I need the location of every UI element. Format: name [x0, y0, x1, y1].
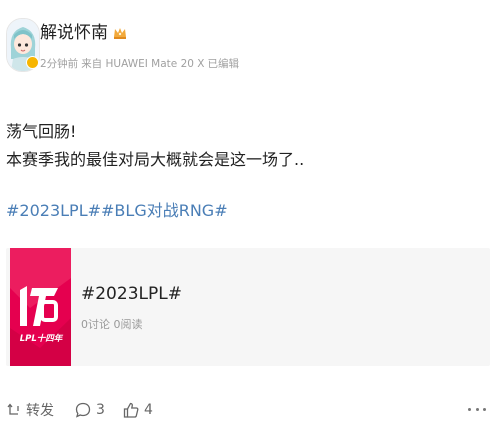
author-name-row: 解说怀南 [40, 23, 128, 43]
post-text-line: 荡气回肠! [6, 122, 77, 141]
hashtag-row: #2023LPL##BLG对战RNG# [6, 198, 228, 224]
author-name[interactable]: 解说怀南 [40, 23, 108, 43]
like-count: 4 [144, 402, 153, 418]
topic-card[interactable]: LPL十四年 #2023LPL# 0讨论 0阅读 [6, 248, 490, 366]
verified-badge-icon [26, 56, 39, 69]
comment-count: 3 [96, 402, 105, 418]
action-bar: 转发 3 4 [6, 398, 492, 422]
lpl-logo-icon: LPL十四年 [10, 248, 71, 366]
more-icon[interactable] [468, 406, 486, 412]
post-meta: 2分钟前 来自 HUAWEI Mate 20 X 已编辑 [40, 57, 239, 71]
post-source: 来自 HUAWEI Mate 20 X [81, 58, 205, 70]
topic-title: #2023LPL# [81, 284, 182, 304]
comment-button[interactable]: 3 [74, 398, 105, 422]
hashtag-link[interactable]: #2023LPL# [6, 201, 101, 220]
crown-icon [112, 25, 128, 41]
post-text-line: 本赛季我的最佳对局大概就会是这一场了.. [6, 150, 305, 169]
repost-button[interactable]: 转发 [6, 398, 54, 422]
repost-label: 转发 [26, 403, 54, 419]
edited-label[interactable]: 已编辑 [207, 58, 239, 70]
topic-stats: 0讨论 0阅读 [81, 318, 143, 331]
comment-icon [74, 401, 92, 419]
like-button[interactable]: 4 [122, 398, 153, 422]
hashtag-link[interactable]: #BLG对战RNG# [101, 201, 228, 220]
lpl-logo-text: LPL十四年 [20, 333, 64, 344]
thumbs-up-icon [122, 401, 140, 419]
post-time[interactable]: 2分钟前 [40, 58, 78, 70]
topic-thumbnail: LPL十四年 [10, 248, 71, 366]
post-body: 荡气回肠! 本赛季我的最佳对局大概就会是这一场了.. [6, 118, 486, 174]
repost-icon [6, 402, 22, 418]
